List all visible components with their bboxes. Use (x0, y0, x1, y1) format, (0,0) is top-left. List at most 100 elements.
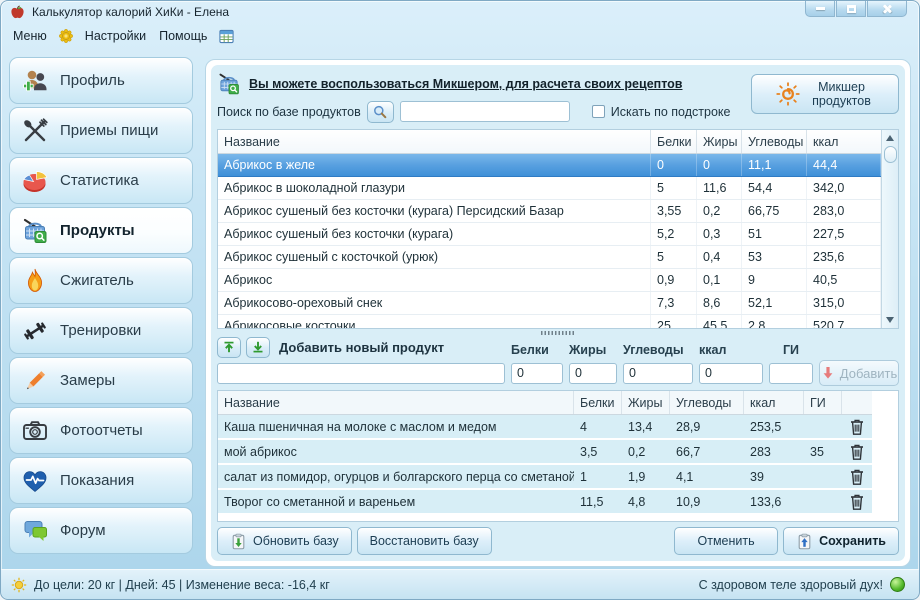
save-icon (796, 533, 813, 550)
cell-name: мой абрикос (218, 440, 574, 463)
scroll-down-icon[interactable] (886, 317, 894, 323)
header-name[interactable]: Название (218, 130, 651, 153)
apple-icon (10, 5, 25, 20)
new-product-carbs-input[interactable] (623, 363, 693, 384)
maximize-icon (847, 5, 856, 13)
header-kcal[interactable]: ккал (744, 391, 804, 414)
update-base-button[interactable]: Обновить базу (217, 527, 352, 555)
cell-name: Абрикос в желе (218, 154, 651, 176)
new-product-fat-input[interactable] (569, 363, 617, 384)
header-fat[interactable]: Жиры (622, 391, 670, 414)
maximize-button[interactable] (836, 1, 866, 17)
new-product-kcal-input[interactable] (699, 363, 763, 384)
substring-checkbox[interactable] (592, 105, 605, 118)
export-up-icon (222, 340, 236, 354)
mixer-products-button[interactable]: Микшер продуктов (751, 74, 899, 114)
delete-row-button[interactable] (842, 490, 872, 513)
menu-item-settings[interactable]: Настройки (83, 27, 148, 45)
product-row[interactable]: Абрикос сушеный с косточкой (урюк)50,453… (218, 246, 881, 269)
header-name[interactable]: Название (218, 391, 574, 414)
cell-carbs: 66,7 (670, 440, 744, 463)
scroll-up-icon[interactable] (886, 135, 894, 141)
header-protein[interactable]: Белки (651, 130, 697, 153)
menu-item-menu[interactable]: Меню (11, 27, 49, 45)
sidebar-item-label: Продукты (60, 222, 135, 239)
sidebar-item-label: Форум (60, 522, 106, 539)
save-button[interactable]: Сохранить (783, 527, 899, 555)
cell-name: Творог со сметанной и вареньем (218, 490, 574, 513)
header-gi[interactable]: ГИ (804, 391, 842, 414)
my-product-row[interactable]: Каша пшеничная на молоке с маслом и медо… (218, 415, 872, 440)
sidebar-item-burner[interactable]: Сжигатель (9, 257, 193, 304)
sidebar-item-products[interactable]: Продукты (9, 207, 193, 254)
cell-fat: 0,2 (622, 440, 670, 463)
export-base-button[interactable] (217, 337, 241, 358)
new-product-name-input[interactable] (217, 363, 505, 384)
calculator-icon[interactable] (218, 28, 235, 45)
product-row[interactable]: Абрикос в шоколадной глазури511,654,4342… (218, 177, 881, 200)
close-button[interactable] (867, 1, 907, 17)
delete-row-button[interactable] (842, 415, 872, 438)
menu-item-help[interactable]: Помощь (157, 27, 209, 45)
delete-row-button[interactable] (842, 465, 872, 488)
sidebar-item-measurements[interactable]: Замеры (9, 357, 193, 404)
new-product-gi-input[interactable] (769, 363, 813, 384)
status-right-text: С здоровом теле здоровый дух! (699, 578, 883, 592)
header-carbs[interactable]: Углеводы (742, 130, 807, 153)
pencil-icon (21, 367, 49, 395)
new-product-protein-input[interactable] (511, 363, 563, 384)
sidebar-item-workouts[interactable]: Тренировки (9, 307, 193, 354)
my-product-row[interactable]: салат из помидор, огурцов и болгарского … (218, 465, 872, 490)
cell-protein: 0,9 (651, 269, 697, 291)
search-icon (372, 104, 388, 120)
main-panel: Вы можете воспользоваться Микшером, для … (205, 59, 911, 567)
splitter-grip-icon[interactable] (541, 331, 575, 335)
product-row[interactable]: Абрикос сушеный без косточки (курага) Пе… (218, 200, 881, 223)
header-fat[interactable]: Жиры (697, 130, 742, 153)
sidebar-item-statistics[interactable]: Статистика (9, 157, 193, 204)
piechart-icon (21, 167, 49, 195)
search-button[interactable] (367, 101, 394, 123)
product-row[interactable]: Абрикос0,90,1940,5 (218, 269, 881, 292)
sidebar-item-label: Показания (60, 472, 134, 489)
minimize-button[interactable] (805, 1, 835, 17)
sidebar-item-forum[interactable]: Форум (9, 507, 193, 554)
products-scrollbar[interactable] (881, 130, 898, 328)
gear-icon (58, 28, 74, 44)
my-product-row[interactable]: Творог со сметанной и вареньем11,54,810,… (218, 490, 872, 515)
header-protein[interactable]: Белки (574, 391, 622, 414)
product-row[interactable]: Абрикосовые косточки2545,52,8520,7 (218, 315, 881, 328)
my-product-row[interactable]: мой абрикос3,50,266,728335 (218, 440, 872, 465)
add-label-protein: Белки (511, 343, 563, 358)
product-row[interactable]: Абрикос в желе0011,144,4 (218, 154, 881, 177)
sidebar-item-meals[interactable]: Приемы пищи (9, 107, 193, 154)
sidebar-item-label: Фотоотчеты (60, 422, 143, 439)
cell-fat: 0,1 (697, 269, 742, 291)
product-row[interactable]: Абрикосово-ореховый снек7,38,652,1315,0 (218, 292, 881, 315)
header-carbs[interactable]: Углеводы (670, 391, 744, 414)
sidebar-item-profile[interactable]: Профиль (9, 57, 193, 104)
product-row[interactable]: Абрикос сушеный без косточки (курага)5,2… (218, 223, 881, 246)
cell-name: Абрикос в шоколадной глазури (218, 177, 651, 199)
import-base-button[interactable] (246, 337, 270, 358)
sidebar-item-photo-reports[interactable]: Фотоотчеты (9, 407, 193, 454)
sidebar-item-label: Замеры (60, 372, 115, 389)
import-down-icon (251, 340, 265, 354)
search-input[interactable] (400, 101, 570, 122)
splitter[interactable] (217, 329, 899, 336)
sidebar-item-label: Статистика (60, 172, 139, 189)
header-kcal[interactable]: ккал (807, 130, 881, 153)
close-icon (882, 4, 892, 14)
cell-carbs: 9 (742, 269, 807, 291)
cancel-button[interactable]: Отменить (674, 527, 778, 555)
restore-base-button[interactable]: Восстановить базу (357, 527, 492, 555)
sidebar-item-indications[interactable]: Показания (9, 457, 193, 504)
basket-search-icon (21, 217, 49, 245)
cell-kcal: 133,6 (744, 490, 804, 513)
cell-fat: 0,4 (697, 246, 742, 268)
mixer-banner-link[interactable]: Вы можете воспользоваться Микшером, для … (249, 77, 682, 91)
scroll-thumb[interactable] (884, 146, 897, 163)
delete-row-button[interactable] (842, 440, 872, 463)
cell-name: Абрикос сушеный без косточки (курага) (218, 223, 651, 245)
add-product-button[interactable]: Добавить (819, 360, 899, 386)
